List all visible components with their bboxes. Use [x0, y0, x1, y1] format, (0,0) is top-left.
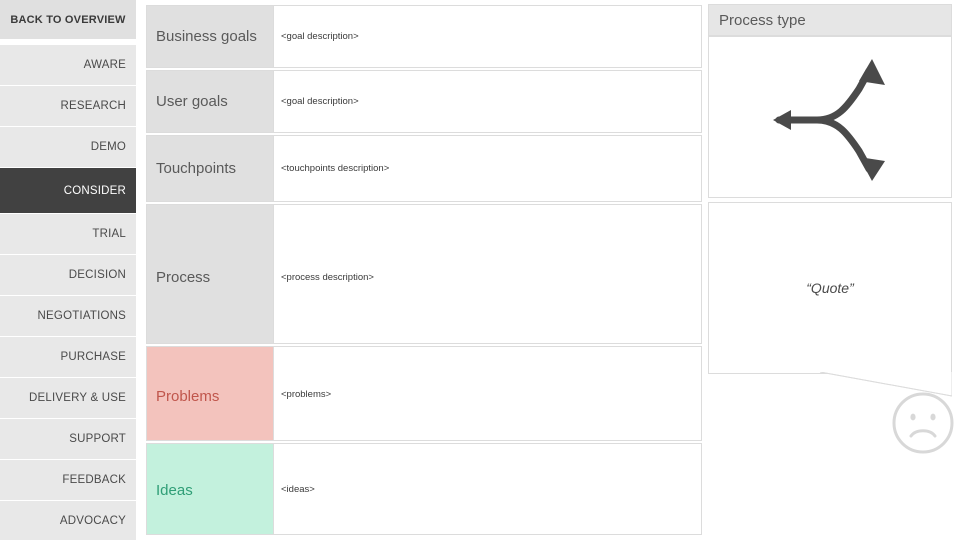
row-touchpoints: Touchpoints <touchpoints description> [146, 135, 702, 202]
row-body-text: <problems> [281, 389, 331, 400]
row-body-ideas[interactable]: <ideas> [274, 443, 702, 535]
sidebar-item-purchase[interactable]: PURCHASE [0, 337, 136, 378]
sidebar-item-research[interactable]: RESEARCH [0, 86, 136, 127]
sidebar-item-label: DELIVERY & USE [29, 392, 126, 404]
sidebar-item-label: NEGOTIATIONS [38, 310, 126, 322]
sidebar-item-label: CONSIDER [64, 185, 126, 197]
row-body-touchpoints[interactable]: <touchpoints description> [274, 135, 702, 202]
row-label-text: User goals [156, 93, 228, 110]
sidebar-item-support[interactable]: SUPPORT [0, 419, 136, 460]
row-user-goals: User goals <goal description> [146, 70, 702, 133]
row-label-text: Problems [156, 388, 219, 405]
process-type-box[interactable] [708, 36, 952, 198]
sidebar-item-label: ADVOCACY [60, 515, 126, 527]
sidebar-item-aware[interactable]: AWARE [0, 45, 136, 86]
row-label-text: Ideas [156, 482, 193, 499]
row-label-process: Process [146, 204, 274, 344]
row-ideas: Ideas <ideas> [146, 443, 702, 535]
back-to-overview-button[interactable]: BACK TO OVERVIEW [0, 0, 136, 40]
row-business-goals: Business goals <goal description> [146, 5, 702, 68]
sidebar-item-delivery-and-use[interactable]: DELIVERY & USE [0, 378, 136, 419]
sidebar-item-label: RESEARCH [60, 100, 126, 112]
row-label-problems: Problems [146, 346, 274, 441]
row-label-ideas: Ideas [146, 443, 274, 535]
branching-arrows-icon [709, 37, 953, 199]
row-label-touchpoints: Touchpoints [146, 135, 274, 202]
quote-box[interactable]: “Quote” [708, 202, 952, 374]
sidebar-item-label: SUPPORT [69, 433, 126, 445]
back-to-overview-label: BACK TO OVERVIEW [10, 14, 125, 26]
quote-text: “Quote” [806, 280, 853, 296]
row-label-text: Process [156, 269, 210, 286]
sidebar-item-decision[interactable]: DECISION [0, 255, 136, 296]
sidebar: BACK TO OVERVIEW AWARE RESEARCH DEMO CON… [0, 0, 136, 540]
sad-face-icon [892, 392, 954, 454]
row-body-text: <goal description> [281, 96, 359, 107]
sidebar-item-label: FEEDBACK [62, 474, 126, 486]
row-label-text: Touchpoints [156, 160, 236, 177]
row-body-problems[interactable]: <problems> [274, 346, 702, 441]
sidebar-item-label: AWARE [84, 59, 126, 71]
sidebar-item-advocacy[interactable]: ADVOCACY [0, 501, 136, 540]
process-type-header: Process type [708, 4, 952, 36]
row-label-user-goals: User goals [146, 70, 274, 133]
sidebar-item-label: DECISION [69, 269, 126, 281]
row-body-process[interactable]: <process description> [274, 204, 702, 344]
row-body-user-goals[interactable]: <goal description> [274, 70, 702, 133]
row-body-text: <touchpoints description> [281, 163, 389, 174]
sidebar-item-feedback[interactable]: FEEDBACK [0, 460, 136, 501]
row-body-text: <process description> [281, 272, 374, 283]
sidebar-item-label: PURCHASE [60, 351, 126, 363]
sidebar-item-trial[interactable]: TRIAL [0, 214, 136, 255]
row-problems: Problems <problems> [146, 346, 702, 441]
row-body-business-goals[interactable]: <goal description> [274, 5, 702, 68]
sidebar-item-demo[interactable]: DEMO [0, 127, 136, 168]
process-type-title: Process type [719, 12, 806, 29]
row-label-text: Business goals [156, 28, 257, 45]
sidebar-item-label: TRIAL [92, 228, 126, 240]
row-body-text: <ideas> [281, 484, 315, 495]
sidebar-item-consider[interactable]: CONSIDER [0, 168, 136, 214]
row-body-text: <goal description> [281, 31, 359, 42]
sidebar-item-negotiations[interactable]: NEGOTIATIONS [0, 296, 136, 337]
row-label-business-goals: Business goals [146, 5, 274, 68]
sidebar-item-label: DEMO [91, 141, 126, 153]
row-process: Process <process description> [146, 204, 702, 344]
